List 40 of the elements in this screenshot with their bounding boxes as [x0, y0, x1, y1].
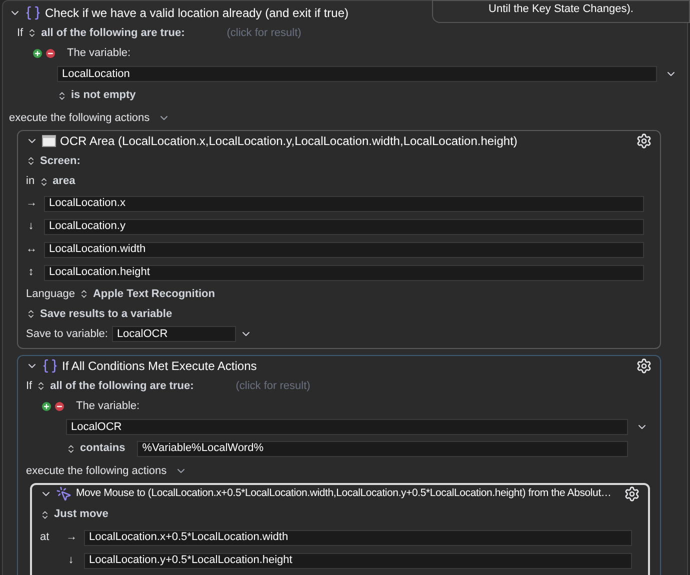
- move-mode-menu[interactable]: Just move: [54, 506, 108, 523]
- text-field[interactable]: %Variable%LocalWord%: [137, 440, 628, 456]
- direction-glyph: →: [26, 196, 36, 212]
- text-field[interactable]: LocalLocation.height: [44, 264, 644, 280]
- execute-actions-label: execute the following actions: [9, 110, 150, 126]
- condition-mode-menu[interactable]: all of the following are true:: [41, 24, 185, 42]
- text-field[interactable]: LocalLocation.x+0.5*LocalLocation.width: [84, 530, 632, 546]
- direction-glyph: ↓: [27, 219, 35, 234]
- direction-glyph: →: [66, 530, 76, 546]
- tooltip-text: Until the Key State Changes).: [488, 2, 634, 16]
- variable-label: The variable:: [67, 46, 131, 61]
- text-field[interactable]: LocalLocation.y: [44, 218, 644, 234]
- if-label: If: [26, 378, 32, 394]
- action-title: Check if we have a valid location already (and exit if true): [45, 5, 348, 22]
- action-title: If All Conditions Met Execute Actions: [62, 358, 258, 375]
- condition-mode-menu[interactable]: all of the following are true:: [50, 378, 194, 394]
- text-field[interactable]: LocalLocation: [57, 66, 657, 82]
- at-label: at: [40, 530, 50, 546]
- text-field[interactable]: LocalLocation.width: [44, 242, 644, 258]
- text-field[interactable]: LocalLocation.y+0.5*LocalLocation.height: [84, 552, 632, 568]
- action-title: Move Mouse to (LocalLocation.x+0.5*LocalLocation.width,LocalLocation.y+0.5*LocalLocation.height) from the Absolut…: [76, 486, 612, 502]
- text-field[interactable]: LocalOCR: [112, 326, 236, 342]
- text-field[interactable]: LocalLocation.x: [44, 196, 644, 212]
- direction-glyph: ↓: [67, 553, 75, 568]
- direction-glyph: ↔: [26, 242, 36, 258]
- save-to-variable-label: Save to variable:: [26, 326, 108, 342]
- text-field[interactable]: LocalOCR: [66, 419, 628, 435]
- language-label: Language: [26, 286, 75, 302]
- in-label: in: [26, 174, 35, 190]
- if-label: If: [17, 26, 24, 41]
- execute-actions-label: execute the following actions: [26, 464, 167, 479]
- save-mode-menu[interactable]: Save results to a variable: [40, 306, 172, 322]
- area-menu[interactable]: area: [52, 173, 76, 190]
- direction-glyph: ↕: [27, 265, 35, 280]
- action-title: OCR Area (LocalLocation.x,LocalLocation.y,LocalLocation.width,LocalLocation.height): [60, 133, 518, 150]
- language-menu[interactable]: Apple Text Recognition: [92, 286, 215, 302]
- variable-label: The variable:: [76, 398, 140, 414]
- operator-menu[interactable]: contains: [80, 440, 126, 457]
- operator-menu[interactable]: is not empty: [71, 87, 136, 104]
- screen-menu[interactable]: Screen:: [40, 152, 80, 170]
